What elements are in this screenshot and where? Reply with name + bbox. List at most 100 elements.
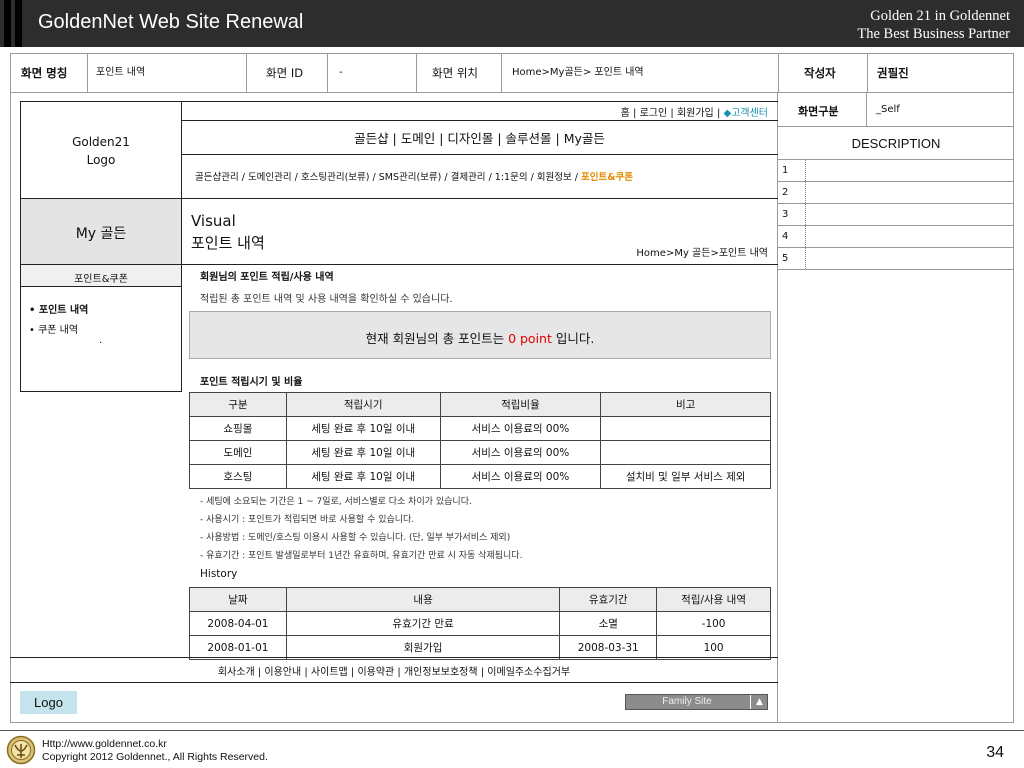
author-value: 권필진 xyxy=(877,66,909,80)
table-cell: 세팅 완료 후 10일 이내 xyxy=(285,464,441,489)
side-menu-dot: . xyxy=(99,335,103,346)
local-nav-links[interactable]: 골든샵관리 / 도메인관리 / 호스팅관리(보류) / SMS관리(보류) / … xyxy=(195,172,581,183)
screen-id-label: 화면 ID xyxy=(266,66,304,80)
total-point-box: 현재 회원님의 총 포인트는 0 point 입니다. xyxy=(189,311,771,359)
total-point-suffix: 입니다. xyxy=(551,331,595,346)
slide-header: GoldenNet Web Site Renewal Golden 21 in … xyxy=(0,0,1024,47)
screen-location-label: 화면 위치 xyxy=(432,66,478,80)
description-row: 4 xyxy=(778,226,1013,248)
total-point-text: 현재 회원님의 총 포인트는 0 point 입니다. xyxy=(190,328,770,347)
total-point-value: 0 point xyxy=(508,331,552,346)
screen-type-value: _Self xyxy=(876,104,900,115)
page-number: 34 xyxy=(986,744,1004,761)
util-separator: | xyxy=(716,108,721,119)
point-description: 적립된 총 포인트 내역 및 사용 내역을 확인하실 수 있습니다. xyxy=(200,294,453,305)
point-heading: 회원님의 포인트 적립/사용 내역 xyxy=(200,272,334,283)
description-row-number: 2 xyxy=(782,187,789,198)
history-header-expiry: 유효기간 xyxy=(559,587,658,612)
table-cell: 서비스 이용료의 00% xyxy=(439,440,602,465)
table-cell: 쇼핑몰 xyxy=(189,416,287,441)
table-row: 2008-04-01 유효기간 만료 소멸 -100 xyxy=(189,611,771,636)
section-title-box: My 골든 xyxy=(20,198,182,265)
note-line: - 사용시기 : 포인트가 적립되면 바로 사용할 수 있습니다. xyxy=(200,515,415,525)
table-cell: 서비스 이용료의 00% xyxy=(439,464,602,489)
util-nav: 홈 | 로그인 | 회원가입 | ◆고객센터 xyxy=(621,104,768,119)
side-menu: • 포인트 내역 • 쿠폰 내역 . xyxy=(20,286,182,392)
header-tagline-2: The Best Business Partner xyxy=(857,26,1010,42)
visual-page-title: 포인트 내역 xyxy=(191,234,265,252)
description-row-number: 1 xyxy=(782,165,789,176)
side-menu-title: 포인트&쿠폰 xyxy=(74,274,128,285)
footer-logo[interactable]: Logo xyxy=(20,691,77,714)
history-header-amount: 적립/사용 내역 xyxy=(656,587,771,612)
golden-emblem-icon xyxy=(6,735,36,765)
table-cell: 회원가입 xyxy=(285,635,561,660)
table-cell: 세팅 완료 후 10일 이내 xyxy=(285,416,441,441)
description-heading: DESCRIPTION xyxy=(778,127,1014,160)
table-cell: 2008-03-31 xyxy=(559,635,658,660)
rate-header-ratio: 적립비율 xyxy=(439,392,602,417)
history-header-content: 내용 xyxy=(285,587,561,612)
description-row-number: 3 xyxy=(782,209,789,220)
history-table: 날짜 내용 유효기간 적립/사용 내역 2008-04-01 유효기간 만료 소… xyxy=(189,587,771,660)
section-title: My 골든 xyxy=(75,226,127,242)
description-row: 2 xyxy=(778,182,1013,204)
table-row: 쇼핑몰 세팅 완료 후 10일 이내 서비스 이용료의 00% xyxy=(189,416,771,441)
table-cell: 소멸 xyxy=(559,611,658,636)
table-cell: 호스팅 xyxy=(189,464,287,489)
note-line: - 유효기간 : 포인트 발생일로부터 1년간 유효하며, 유효기간 만료 시 … xyxy=(200,551,523,561)
table-cell xyxy=(600,440,771,465)
screen-location-value: Home>My골든> 포인트 내역 xyxy=(512,67,644,78)
header-tagline-1: Golden 21 in Goldennet xyxy=(870,8,1010,24)
slide-title: GoldenNet Web Site Renewal xyxy=(38,11,304,33)
family-site-select[interactable]: Family Site ▲ xyxy=(625,694,768,710)
screen-name-value: 포인트 내역 xyxy=(96,67,146,78)
util-link-home[interactable]: 홈 xyxy=(621,108,630,119)
site-header: 홈 | 로그인 | 회원가입 | ◆고객센터 골든샵 | 도메인 | 디자인몰 … xyxy=(181,101,778,199)
note-line: - 세팅에 소요되는 기간은 1 ~ 7일로, 서비스별로 다소 차이가 있습니… xyxy=(200,497,472,507)
table-row: 호스팅 세팅 완료 후 10일 이내 서비스 이용료의 00% 설치비 및 일부… xyxy=(189,464,771,489)
author-label: 작성자 xyxy=(804,66,836,80)
total-point-prefix: 현재 회원님의 총 포인트는 xyxy=(365,331,509,346)
table-cell: 100 xyxy=(656,635,771,660)
footer-copyright: Copyright 2012 Goldennet., All Rights Re… xyxy=(42,751,268,763)
side-menu-header: 포인트&쿠폰 xyxy=(20,264,182,287)
site-footer-links[interactable]: 회사소개 | 이용안내 | 사이트맵 | 이용약관 | 개인정보보호정책 | 이… xyxy=(10,663,778,678)
local-nav: 골든샵관리 / 도메인관리 / 호스팅관리(보류) / SMS관리(보류) / … xyxy=(195,169,633,183)
description-row: 1 xyxy=(778,160,1013,182)
table-cell: 서비스 이용료의 00% xyxy=(439,416,602,441)
logo-line-1: Golden21 xyxy=(72,135,130,149)
triangle-up-icon[interactable]: ▲ xyxy=(752,695,767,709)
history-heading: History xyxy=(200,568,238,580)
table-cell: -100 xyxy=(656,611,771,636)
table-cell: 세팅 완료 후 10일 이내 xyxy=(285,440,441,465)
description-row: 5 xyxy=(778,248,1013,270)
screen-info-table: 화면 명칭 포인트 내역 화면 ID - 화면 위치 Home>My골든> 포인… xyxy=(10,53,1014,93)
util-link-customer-center[interactable]: ◆고객센터 xyxy=(724,108,769,119)
table-row: 2008-01-01 회원가입 2008-03-31 100 xyxy=(189,635,771,660)
family-site-label: Family Site xyxy=(662,696,712,707)
side-menu-item-point[interactable]: • 포인트 내역 xyxy=(29,301,88,316)
util-separator: | xyxy=(670,108,674,119)
table-row: 도메인 세팅 완료 후 10일 이내 서비스 이용료의 00% xyxy=(189,440,771,465)
local-nav-active[interactable]: 포인트&쿠폰 xyxy=(581,172,633,183)
util-link-login[interactable]: 로그인 xyxy=(640,108,668,119)
site-logo-area[interactable]: Golden21 Logo xyxy=(20,101,182,199)
footer-divider xyxy=(0,730,1024,731)
visual-label: Visual xyxy=(191,212,236,230)
screen-type-label: 화면구분 xyxy=(798,105,839,118)
screen-type-row: 화면구분 _Self xyxy=(778,93,1014,127)
table-cell: 2008-01-01 xyxy=(189,635,287,660)
rate-table: 구분 적립시기 적립비율 비고 쇼핑몰 세팅 완료 후 10일 이내 서비스 이… xyxy=(189,392,771,489)
table-cell: 2008-04-01 xyxy=(189,611,287,636)
rate-header-time: 적립시기 xyxy=(285,392,441,417)
history-header-date: 날짜 xyxy=(189,587,287,612)
table-cell xyxy=(600,416,771,441)
global-nav[interactable]: 골든샵 | 도메인 | 디자인몰 | 솔루션몰 | My골든 xyxy=(181,128,778,147)
note-line: - 사용방법 : 도메인/호스팅 이용시 사용할 수 있습니다. (단, 일부 … xyxy=(200,533,511,543)
visual-area: Visual 포인트 내역 Home>My 골든>포인트 내역 xyxy=(181,198,778,264)
side-menu-item-coupon[interactable]: • 쿠폰 내역 xyxy=(29,321,78,336)
util-link-join[interactable]: 회원가입 xyxy=(677,108,714,119)
footer-url: Http://www.goldennet.co.kr xyxy=(42,738,167,750)
logo-line-2: Logo xyxy=(86,153,116,167)
